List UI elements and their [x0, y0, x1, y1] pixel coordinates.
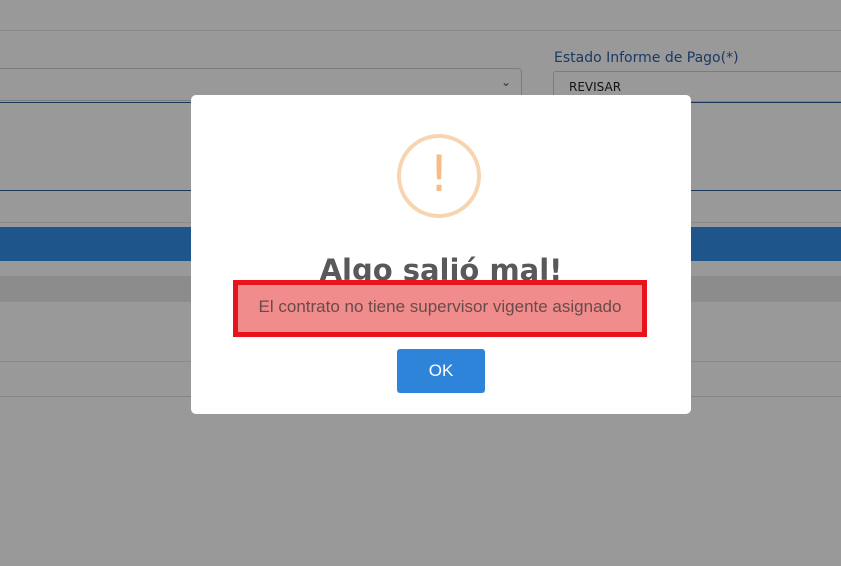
error-message-highlight: El contrato no tiene supervisor vigente … [233, 280, 647, 337]
error-message: El contrato no tiene supervisor vigente … [258, 297, 622, 316]
ok-button[interactable]: OK [397, 349, 485, 393]
error-dialog: ! Algo salió mal! El contrato no tiene s… [191, 95, 691, 414]
warning-icon: ! [397, 134, 481, 218]
